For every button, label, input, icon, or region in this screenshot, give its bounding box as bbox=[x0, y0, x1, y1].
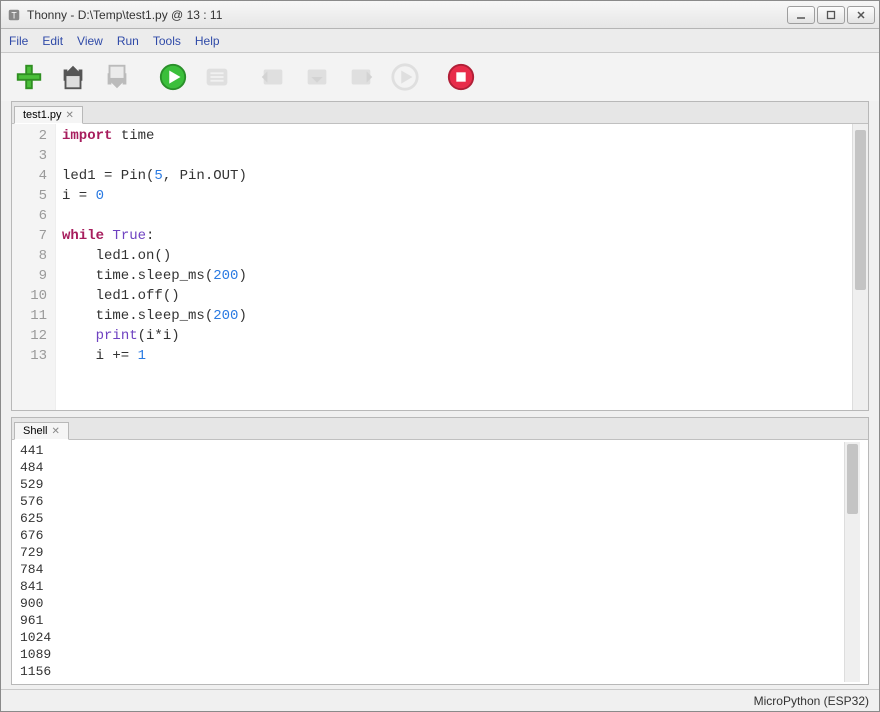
stop-button[interactable] bbox=[443, 59, 479, 95]
open-file-button[interactable] bbox=[55, 59, 91, 95]
shell-scrollbar[interactable] bbox=[844, 442, 860, 682]
menu-run[interactable]: Run bbox=[117, 34, 139, 48]
status-bar: MicroPython (ESP32) bbox=[1, 689, 879, 711]
close-shell-tab-icon[interactable]: ✕ bbox=[51, 426, 59, 437]
shell-tab[interactable]: Shell ✕ bbox=[14, 422, 69, 440]
run-button[interactable] bbox=[155, 59, 191, 95]
step-over-button[interactable] bbox=[255, 59, 291, 95]
editor-tab[interactable]: test1.py ✕ bbox=[14, 106, 83, 124]
editor-tab-label: test1.py bbox=[23, 109, 62, 121]
shell-scroll-thumb[interactable] bbox=[847, 444, 858, 514]
editor-scrollbar[interactable] bbox=[852, 124, 868, 410]
backend-label[interactable]: MicroPython (ESP32) bbox=[754, 694, 869, 708]
window-title: Thonny - D:\Temp\test1.py @ 13 : 11 bbox=[27, 8, 787, 22]
close-button[interactable] bbox=[847, 6, 875, 24]
editor-scroll-thumb[interactable] bbox=[855, 130, 866, 290]
shell-tabs: Shell ✕ bbox=[12, 418, 868, 440]
maximize-button[interactable] bbox=[817, 6, 845, 24]
shell-panel: Shell ✕ 441 484 529 576 625 676 729 784 … bbox=[11, 417, 869, 685]
editor-tabs: test1.py ✕ bbox=[12, 102, 868, 124]
shell-output[interactable]: 441 484 529 576 625 676 729 784 841 900 … bbox=[12, 440, 868, 684]
save-file-button[interactable] bbox=[99, 59, 135, 95]
editor-panel: test1.py ✕ 2 3 4 5 6 7 8 9 10 11 12 13 i… bbox=[11, 101, 869, 411]
close-tab-icon[interactable]: ✕ bbox=[66, 110, 74, 121]
menu-help[interactable]: Help bbox=[195, 34, 220, 48]
menu-view[interactable]: View bbox=[77, 34, 103, 48]
title-bar: T Thonny - D:\Temp\test1.py @ 13 : 11 bbox=[1, 1, 879, 29]
resume-button[interactable] bbox=[387, 59, 423, 95]
menu-tools[interactable]: Tools bbox=[153, 34, 181, 48]
toolbar bbox=[1, 53, 879, 101]
line-gutter: 2 3 4 5 6 7 8 9 10 11 12 13 bbox=[12, 124, 56, 410]
menu-edit[interactable]: Edit bbox=[42, 34, 63, 48]
menu-bar: File Edit View Run Tools Help bbox=[1, 29, 879, 53]
code-editor[interactable]: 2 3 4 5 6 7 8 9 10 11 12 13 import time … bbox=[12, 124, 868, 410]
app-icon: T bbox=[7, 8, 21, 22]
step-out-button[interactable] bbox=[343, 59, 379, 95]
code-area[interactable]: import time led1 = Pin(5, Pin.OUT)i = 0 … bbox=[56, 124, 852, 410]
svg-text:T: T bbox=[11, 10, 17, 20]
menu-file[interactable]: File bbox=[9, 34, 28, 48]
step-into-button[interactable] bbox=[299, 59, 335, 95]
minimize-button[interactable] bbox=[787, 6, 815, 24]
debug-button[interactable] bbox=[199, 59, 235, 95]
shell-text[interactable]: 441 484 529 576 625 676 729 784 841 900 … bbox=[20, 442, 844, 682]
new-file-button[interactable] bbox=[11, 59, 47, 95]
shell-tab-label: Shell bbox=[23, 425, 47, 437]
